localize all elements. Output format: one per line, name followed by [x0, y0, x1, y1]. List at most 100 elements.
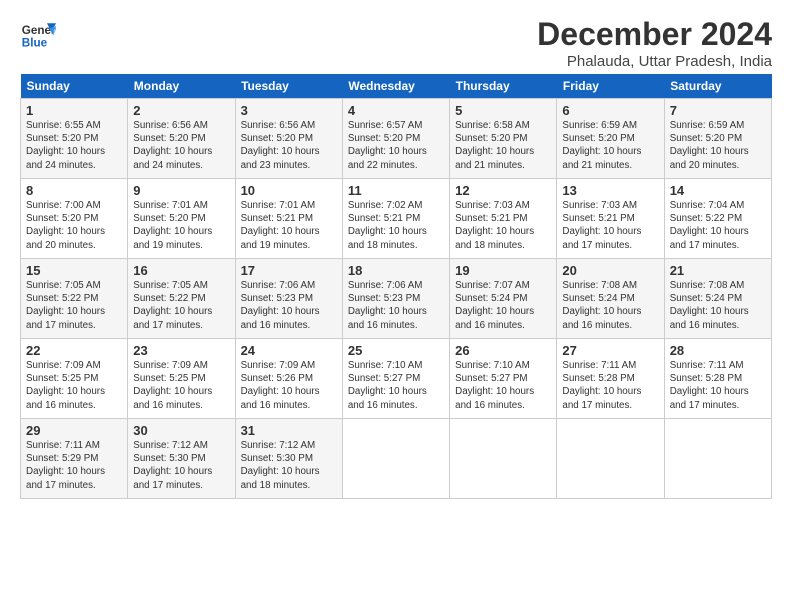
cell-content: Sunrise: 6:56 AMSunset: 5:20 PMDaylight:…: [133, 119, 229, 172]
day-number: 18: [348, 263, 444, 278]
cell-5-3: 31Sunrise: 7:12 AMSunset: 5:30 PMDayligh…: [235, 419, 342, 499]
cell-4-1: 22Sunrise: 7:09 AMSunset: 5:25 PMDayligh…: [21, 339, 128, 419]
cell-content: Sunrise: 7:08 AMSunset: 5:24 PMDaylight:…: [670, 279, 766, 332]
day-number: 9: [133, 183, 229, 198]
cell-3-7: 21Sunrise: 7:08 AMSunset: 5:24 PMDayligh…: [664, 259, 771, 339]
cell-2-4: 11Sunrise: 7:02 AMSunset: 5:21 PMDayligh…: [342, 179, 449, 259]
col-header-saturday: Saturday: [664, 74, 771, 99]
cell-4-3: 24Sunrise: 7:09 AMSunset: 5:26 PMDayligh…: [235, 339, 342, 419]
day-number: 27: [562, 343, 658, 358]
cell-content: Sunrise: 7:07 AMSunset: 5:24 PMDaylight:…: [455, 279, 551, 332]
subtitle: Phalauda, Uttar Pradesh, India: [537, 53, 772, 70]
week-row-2: 8Sunrise: 7:00 AMSunset: 5:20 PMDaylight…: [21, 179, 772, 259]
day-number: 19: [455, 263, 551, 278]
cell-content: Sunrise: 6:56 AMSunset: 5:20 PMDaylight:…: [241, 119, 337, 172]
day-number: 26: [455, 343, 551, 358]
week-row-1: 1Sunrise: 6:55 AMSunset: 5:20 PMDaylight…: [21, 99, 772, 179]
main-title: December 2024: [537, 16, 772, 53]
day-number: 12: [455, 183, 551, 198]
title-block: December 2024 Phalauda, Uttar Pradesh, I…: [537, 16, 772, 70]
cell-4-6: 27Sunrise: 7:11 AMSunset: 5:28 PMDayligh…: [557, 339, 664, 419]
cell-content: Sunrise: 6:57 AMSunset: 5:20 PMDaylight:…: [348, 119, 444, 172]
day-number: 8: [26, 183, 122, 198]
cell-4-7: 28Sunrise: 7:11 AMSunset: 5:28 PMDayligh…: [664, 339, 771, 419]
cell-content: Sunrise: 6:55 AMSunset: 5:20 PMDaylight:…: [26, 119, 122, 172]
cell-content: Sunrise: 7:04 AMSunset: 5:22 PMDaylight:…: [670, 199, 766, 252]
col-header-wednesday: Wednesday: [342, 74, 449, 99]
day-number: 30: [133, 423, 229, 438]
day-number: 22: [26, 343, 122, 358]
col-header-tuesday: Tuesday: [235, 74, 342, 99]
cell-3-4: 18Sunrise: 7:06 AMSunset: 5:23 PMDayligh…: [342, 259, 449, 339]
day-number: 2: [133, 103, 229, 118]
day-number: 25: [348, 343, 444, 358]
week-row-5: 29Sunrise: 7:11 AMSunset: 5:29 PMDayligh…: [21, 419, 772, 499]
header: General Blue December 2024 Phalauda, Utt…: [20, 16, 772, 70]
cell-1-1: 1Sunrise: 6:55 AMSunset: 5:20 PMDaylight…: [21, 99, 128, 179]
cell-content: Sunrise: 7:11 AMSunset: 5:28 PMDaylight:…: [670, 359, 766, 412]
cell-content: Sunrise: 7:05 AMSunset: 5:22 PMDaylight:…: [26, 279, 122, 332]
col-header-thursday: Thursday: [450, 74, 557, 99]
cell-content: Sunrise: 7:12 AMSunset: 5:30 PMDaylight:…: [133, 439, 229, 492]
day-number: 21: [670, 263, 766, 278]
logo-icon: General Blue: [20, 16, 56, 52]
cell-3-2: 16Sunrise: 7:05 AMSunset: 5:22 PMDayligh…: [128, 259, 235, 339]
cell-2-5: 12Sunrise: 7:03 AMSunset: 5:21 PMDayligh…: [450, 179, 557, 259]
cell-4-2: 23Sunrise: 7:09 AMSunset: 5:25 PMDayligh…: [128, 339, 235, 419]
logo: General Blue: [20, 16, 56, 52]
col-header-monday: Monday: [128, 74, 235, 99]
cell-3-6: 20Sunrise: 7:08 AMSunset: 5:24 PMDayligh…: [557, 259, 664, 339]
cell-1-6: 6Sunrise: 6:59 AMSunset: 5:20 PMDaylight…: [557, 99, 664, 179]
day-number: 20: [562, 263, 658, 278]
header-row: SundayMondayTuesdayWednesdayThursdayFrid…: [21, 74, 772, 99]
cell-5-1: 29Sunrise: 7:11 AMSunset: 5:29 PMDayligh…: [21, 419, 128, 499]
svg-text:Blue: Blue: [22, 37, 48, 50]
day-number: 15: [26, 263, 122, 278]
day-number: 29: [26, 423, 122, 438]
cell-content: Sunrise: 7:08 AMSunset: 5:24 PMDaylight:…: [562, 279, 658, 332]
cell-5-4: [342, 419, 449, 499]
cell-1-2: 2Sunrise: 6:56 AMSunset: 5:20 PMDaylight…: [128, 99, 235, 179]
day-number: 24: [241, 343, 337, 358]
page: General Blue December 2024 Phalauda, Utt…: [0, 0, 792, 612]
cell-content: Sunrise: 7:12 AMSunset: 5:30 PMDaylight:…: [241, 439, 337, 492]
cell-3-5: 19Sunrise: 7:07 AMSunset: 5:24 PMDayligh…: [450, 259, 557, 339]
day-number: 6: [562, 103, 658, 118]
cell-content: Sunrise: 7:03 AMSunset: 5:21 PMDaylight:…: [455, 199, 551, 252]
cell-content: Sunrise: 7:11 AMSunset: 5:29 PMDaylight:…: [26, 439, 122, 492]
cell-2-1: 8Sunrise: 7:00 AMSunset: 5:20 PMDaylight…: [21, 179, 128, 259]
cell-content: Sunrise: 7:00 AMSunset: 5:20 PMDaylight:…: [26, 199, 122, 252]
cell-content: Sunrise: 7:03 AMSunset: 5:21 PMDaylight:…: [562, 199, 658, 252]
day-number: 23: [133, 343, 229, 358]
week-row-4: 22Sunrise: 7:09 AMSunset: 5:25 PMDayligh…: [21, 339, 772, 419]
cell-5-5: [450, 419, 557, 499]
cell-content: Sunrise: 7:06 AMSunset: 5:23 PMDaylight:…: [241, 279, 337, 332]
cell-5-6: [557, 419, 664, 499]
cell-content: Sunrise: 7:09 AMSunset: 5:25 PMDaylight:…: [133, 359, 229, 412]
cell-content: Sunrise: 6:59 AMSunset: 5:20 PMDaylight:…: [562, 119, 658, 172]
cell-content: Sunrise: 7:10 AMSunset: 5:27 PMDaylight:…: [455, 359, 551, 412]
cell-1-7: 7Sunrise: 6:59 AMSunset: 5:20 PMDaylight…: [664, 99, 771, 179]
cell-content: Sunrise: 7:06 AMSunset: 5:23 PMDaylight:…: [348, 279, 444, 332]
day-number: 7: [670, 103, 766, 118]
cell-1-5: 5Sunrise: 6:58 AMSunset: 5:20 PMDaylight…: [450, 99, 557, 179]
cell-content: Sunrise: 7:11 AMSunset: 5:28 PMDaylight:…: [562, 359, 658, 412]
day-number: 16: [133, 263, 229, 278]
cell-2-7: 14Sunrise: 7:04 AMSunset: 5:22 PMDayligh…: [664, 179, 771, 259]
cell-1-3: 3Sunrise: 6:56 AMSunset: 5:20 PMDaylight…: [235, 99, 342, 179]
cell-content: Sunrise: 7:05 AMSunset: 5:22 PMDaylight:…: [133, 279, 229, 332]
cell-2-3: 10Sunrise: 7:01 AMSunset: 5:21 PMDayligh…: [235, 179, 342, 259]
day-number: 31: [241, 423, 337, 438]
day-number: 13: [562, 183, 658, 198]
day-number: 11: [348, 183, 444, 198]
day-number: 1: [26, 103, 122, 118]
cell-content: Sunrise: 7:09 AMSunset: 5:25 PMDaylight:…: [26, 359, 122, 412]
day-number: 28: [670, 343, 766, 358]
day-number: 3: [241, 103, 337, 118]
day-number: 14: [670, 183, 766, 198]
col-header-friday: Friday: [557, 74, 664, 99]
cell-content: Sunrise: 7:02 AMSunset: 5:21 PMDaylight:…: [348, 199, 444, 252]
cell-content: Sunrise: 7:10 AMSunset: 5:27 PMDaylight:…: [348, 359, 444, 412]
cell-1-4: 4Sunrise: 6:57 AMSunset: 5:20 PMDaylight…: [342, 99, 449, 179]
cell-5-2: 30Sunrise: 7:12 AMSunset: 5:30 PMDayligh…: [128, 419, 235, 499]
